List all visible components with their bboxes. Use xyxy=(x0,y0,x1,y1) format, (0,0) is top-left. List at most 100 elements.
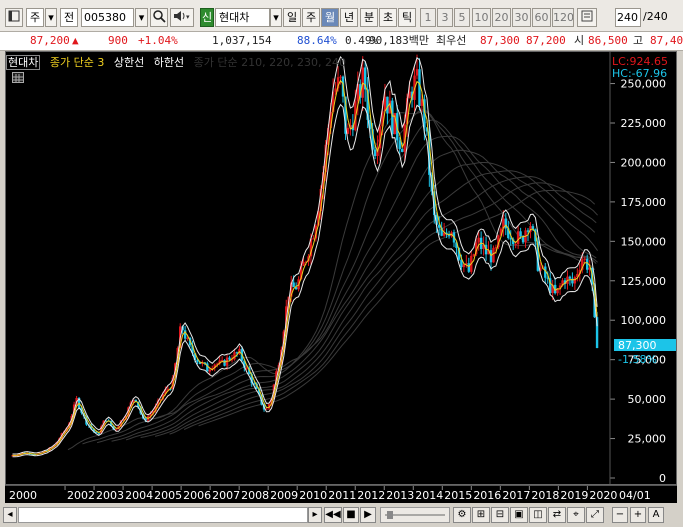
scroll-track[interactable] xyxy=(18,507,308,523)
candle-body xyxy=(391,100,394,135)
period-field[interactable]: 주 xyxy=(26,8,44,27)
chart-link-icon[interactable]: ⇄ xyxy=(548,507,566,523)
tab-minute[interactable]: 분 xyxy=(360,8,378,27)
auto-icon[interactable]: A xyxy=(648,507,664,523)
candle-body xyxy=(208,369,211,372)
stop-icon[interactable]: ■ xyxy=(343,507,359,523)
scroll-right-icon[interactable]: ▸ xyxy=(308,507,322,523)
interval-1[interactable]: 1 xyxy=(420,8,436,27)
magnifier-icon[interactable] xyxy=(150,8,168,27)
name-dropdown-icon[interactable]: ▾ xyxy=(270,8,282,27)
candles xyxy=(11,54,599,457)
tab-week[interactable]: 주 xyxy=(302,8,320,27)
next-icon[interactable]: ▶ xyxy=(360,507,376,523)
grid-icon[interactable] xyxy=(12,72,24,83)
count-total: /240 xyxy=(643,10,668,23)
ma-band-line xyxy=(154,170,596,437)
speaker-icon[interactable]: ▾ xyxy=(170,8,194,27)
chart-pin-icon[interactable]: ⌖ xyxy=(567,507,585,523)
x-tick-label: 2014 xyxy=(415,489,443,502)
x-tick-label: 2008 xyxy=(241,489,269,502)
svg-text:▾: ▾ xyxy=(186,13,190,21)
x-tick-label: 2006 xyxy=(183,489,211,502)
interval-5[interactable]: 5 xyxy=(454,8,470,27)
ma-band-line xyxy=(125,149,597,441)
speed-slider[interactable] xyxy=(380,507,450,523)
current-price: 87,200 xyxy=(30,34,70,47)
x-axis-labels: 2000 2002 2003 2004 2005 2006 2007 2008 2009 2010… xyxy=(9,486,651,502)
ma-band-line xyxy=(140,162,599,438)
x-tick-label: 2003 xyxy=(96,489,124,502)
chart-tool-icon[interactable]: ⊞ xyxy=(472,507,490,523)
interval-120[interactable]: 120 xyxy=(552,8,574,27)
interval-60[interactable]: 60 xyxy=(532,8,551,27)
zoom-out-icon[interactable]: − xyxy=(612,507,628,523)
name-badge: 신 xyxy=(200,8,214,27)
scroll-left-icon[interactable]: ◂ xyxy=(3,507,17,523)
count-input[interactable]: 240 xyxy=(615,8,641,27)
chart-view-icon[interactable]: ◫ xyxy=(529,507,547,523)
price-chart[interactable]: 0 25,000 50,000 75,000 100,000 125,000 150,000… xyxy=(5,51,677,485)
interval-settings-icon[interactable] xyxy=(577,8,597,27)
best-bid: 87,200 xyxy=(526,34,566,47)
legend-stock-name[interactable]: 현대차 xyxy=(6,55,41,70)
last-pct-label: -1.58% xyxy=(618,353,657,366)
up-arrow-icon: ▲ xyxy=(72,34,79,47)
candle-body xyxy=(373,149,377,156)
x-tick-label: 2015 xyxy=(444,489,472,502)
tab-second[interactable]: 초 xyxy=(379,8,397,27)
open-label: 시 xyxy=(574,34,585,47)
legend-ma[interactable]: 종가 단순 3 xyxy=(50,56,104,69)
x-tick-label: 2012 xyxy=(357,489,385,502)
volume: 1,037,154 xyxy=(212,34,272,47)
change-value: 900 xyxy=(108,34,128,47)
chart-fit-icon[interactable]: ⤢ xyxy=(586,507,604,523)
tab-tick[interactable]: 틱 xyxy=(398,8,416,27)
zoom-in-icon[interactable]: + xyxy=(630,507,646,523)
ma-band-line xyxy=(96,119,598,444)
first-icon[interactable]: ◀◀ xyxy=(324,507,342,523)
candle-body xyxy=(398,140,401,150)
legend-lower[interactable]: 하한선 xyxy=(154,56,184,69)
chart-settings-icon[interactable]: ⚙ xyxy=(453,507,471,523)
tab-day[interactable]: 일 xyxy=(283,8,301,27)
y-tick-label: 25,000 xyxy=(628,433,667,446)
x-tick-label: 2011 xyxy=(328,489,356,502)
candle-body xyxy=(514,244,517,246)
tab-month[interactable]: 월 xyxy=(321,8,339,27)
market-field[interactable]: 전 xyxy=(60,8,78,27)
chart-legend: 현대차 종가 단순 3 상한선 하한선 종가 단순 210, 220, 230,… xyxy=(6,54,352,70)
chart-compare-icon[interactable]: ⊟ xyxy=(491,507,509,523)
y-tick-label: 150,000 xyxy=(621,235,667,248)
tab-year[interactable]: 년 xyxy=(340,8,358,27)
last-price-label: 87,300 xyxy=(618,339,657,352)
x-tick-label: 2007 xyxy=(212,489,240,502)
interval-3[interactable]: 3 xyxy=(437,8,453,27)
interval-20[interactable]: 20 xyxy=(492,8,511,27)
x-tick-label: 2000 xyxy=(9,489,37,502)
x-tick-label: 2016 xyxy=(473,489,501,502)
candle-body xyxy=(519,231,522,237)
change-percent: +1.04% xyxy=(138,34,178,47)
y-axis-labels: 025,00050,00075,000100,000125,000150,000… xyxy=(610,78,667,485)
ma-band-line xyxy=(169,175,597,435)
x-tick-label: 2005 xyxy=(154,489,182,502)
legend-upper[interactable]: 상한선 xyxy=(114,56,144,69)
legend-faded[interactable]: 종가 단순 210, 220, 230, 240 xyxy=(194,56,346,69)
candle-body xyxy=(228,357,231,360)
stock-name-field[interactable]: 현대차 xyxy=(215,8,270,27)
period-dropdown-icon[interactable]: ▾ xyxy=(45,8,57,27)
trade-amount: 90,183백만 xyxy=(369,34,429,47)
ma-band-line xyxy=(82,109,597,445)
code-input[interactable]: 005380 xyxy=(81,8,134,27)
chart-lock-icon[interactable]: ▣ xyxy=(510,507,528,523)
candle-body xyxy=(97,433,100,435)
candle-body xyxy=(401,149,404,152)
lower-band-line xyxy=(12,103,598,458)
interval-10[interactable]: 10 xyxy=(472,8,491,27)
interval-30[interactable]: 30 xyxy=(512,8,531,27)
code-dropdown-icon[interactable]: ▾ xyxy=(135,8,148,27)
window-toggle-icon[interactable] xyxy=(5,8,23,27)
quote-bar: 87,200 ▲ 900 +1.04% 1,037,154 88.64% 0.4… xyxy=(0,32,683,51)
candle-body xyxy=(573,277,577,284)
